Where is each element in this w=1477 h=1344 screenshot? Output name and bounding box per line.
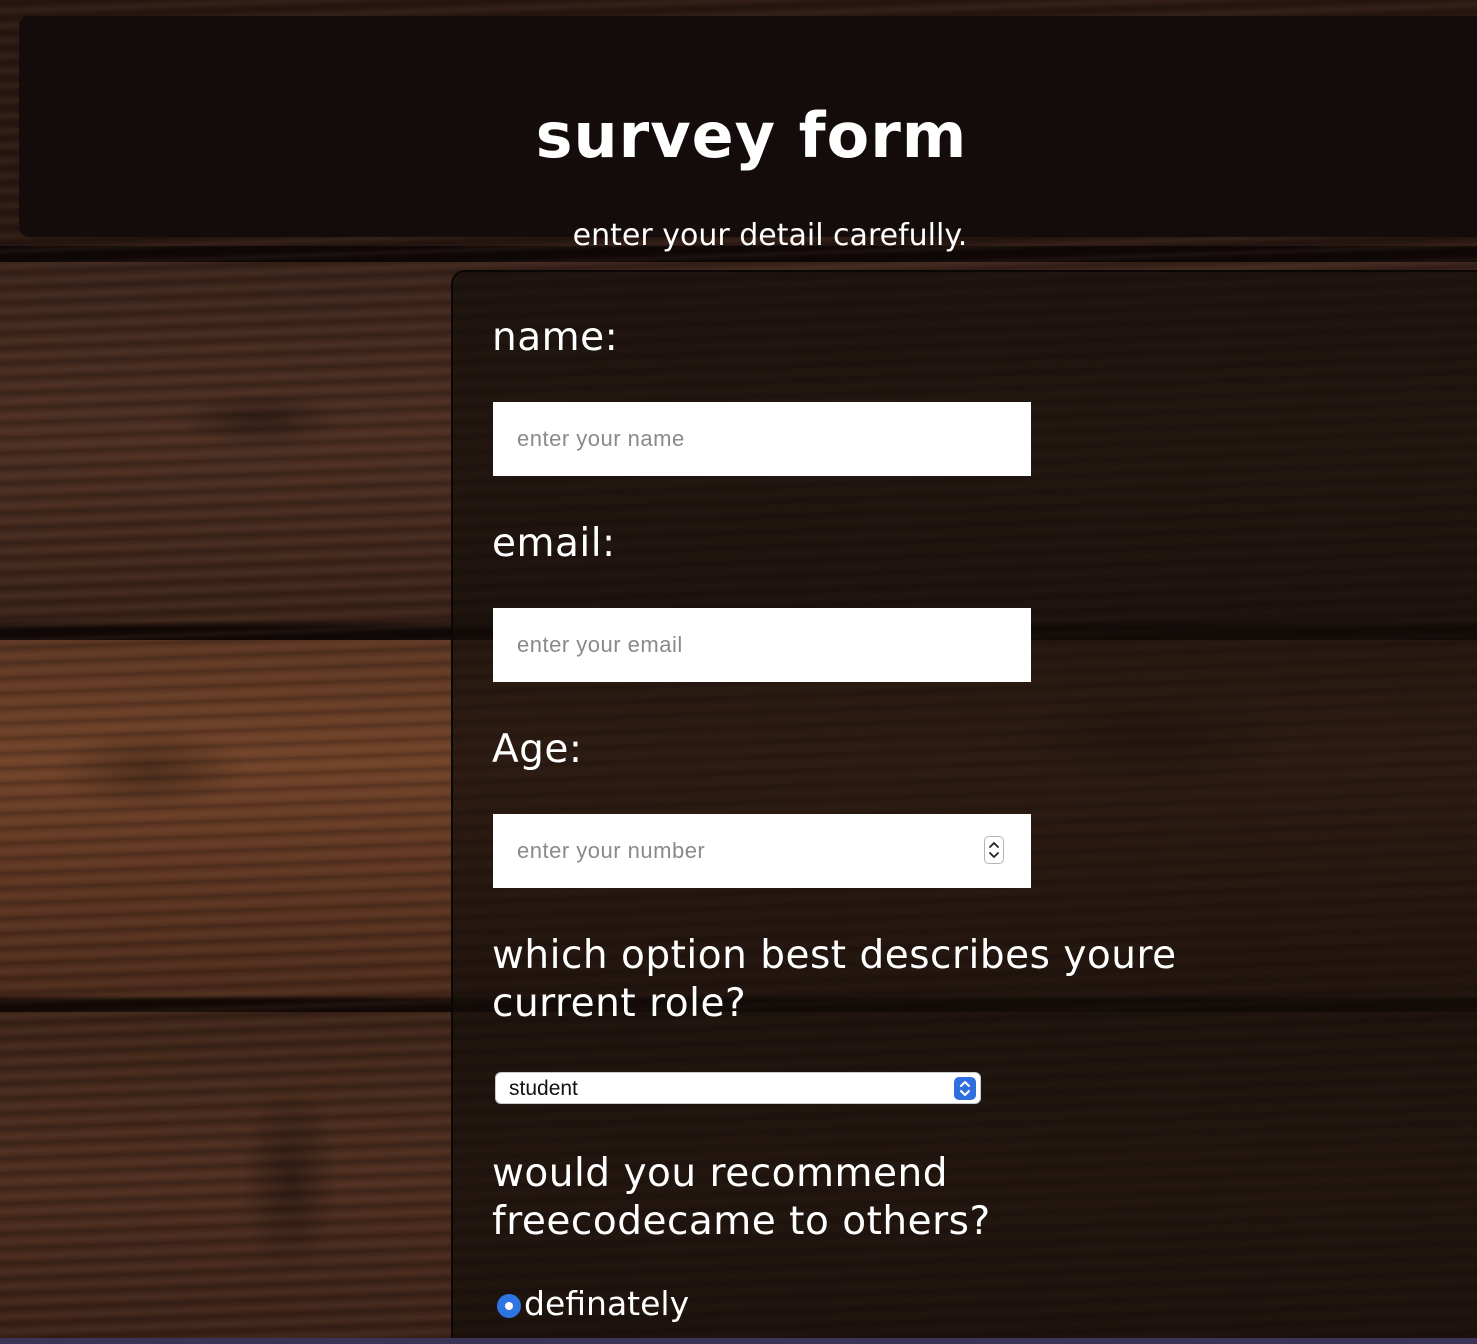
radio-dot-icon [505,1302,513,1310]
age-label: Age: [492,727,583,772]
page-title: survey form [535,99,968,172]
recommend-question-line-2: freecodecame to others? [492,1199,991,1244]
role-select[interactable]: student [495,1072,981,1104]
email-input[interactable] [493,608,1031,682]
window-bottom-edge [0,1338,1477,1344]
name-input[interactable] [493,402,1031,476]
role-select-value: student [509,1077,578,1100]
email-label: email: [492,521,616,566]
age-stepper-icon[interactable] [984,836,1004,864]
radio-button-checked[interactable] [497,1294,521,1318]
role-question-line-2: current role? [492,981,747,1026]
role-question-line-1: which option best describes youre [492,933,1177,978]
recommend-question-line-1: would you recommend [492,1151,948,1196]
name-label: name: [492,315,619,360]
select-chevrons-icon [954,1077,976,1100]
age-input[interactable] [493,814,1031,888]
radio-label: definately [524,1284,690,1323]
page-header: survey form enter your detail carefully. [19,16,1477,253]
page-subtitle: enter your detail carefully. [572,218,968,253]
